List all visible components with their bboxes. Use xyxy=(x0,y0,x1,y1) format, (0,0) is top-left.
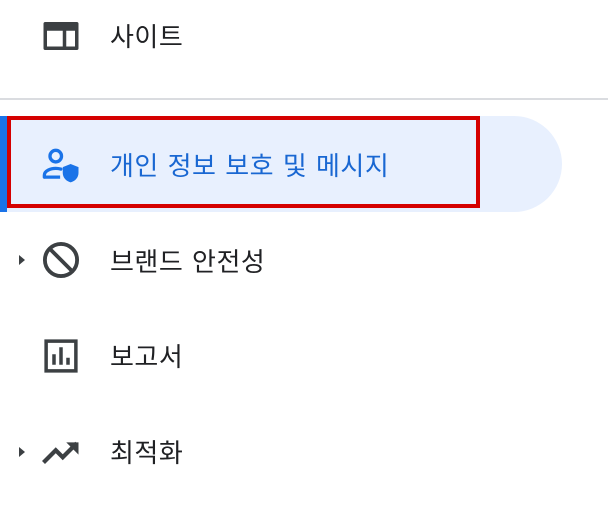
bar-chart-icon xyxy=(40,335,82,377)
divider xyxy=(0,98,608,100)
nav-item-label: 브랜드 안전성 xyxy=(110,248,266,278)
privacy-user-shield-icon xyxy=(40,143,82,185)
nav-item-label: 최적화 xyxy=(110,439,184,469)
nav-item-privacy-and-messaging[interactable]: 개인 정보 보호 및 메시지 xyxy=(0,116,562,212)
nav-item-label: 보고서 xyxy=(110,343,184,373)
nav-item-reports[interactable]: 보고서 xyxy=(0,308,562,404)
nav-item-optimization[interactable]: 최적화 xyxy=(0,402,562,498)
nav-item-label: 개인 정보 보호 및 메시지 xyxy=(110,152,390,182)
block-icon xyxy=(40,239,82,281)
side-navigation: 사이트 개인 정보 보호 및 메시지 브랜드 안전성 보고서 최적화 xyxy=(0,0,608,516)
nav-item-sites[interactable]: 사이트 xyxy=(0,0,562,72)
active-indicator xyxy=(0,116,7,212)
nav-item-brand-safety[interactable]: 브랜드 안전성 xyxy=(0,212,562,308)
web-layout-icon xyxy=(40,15,82,57)
nav-item-label: 사이트 xyxy=(110,23,184,53)
expand-arrow-icon[interactable] xyxy=(14,444,30,460)
expand-arrow-icon[interactable] xyxy=(14,252,30,268)
trending-up-icon xyxy=(40,431,82,473)
